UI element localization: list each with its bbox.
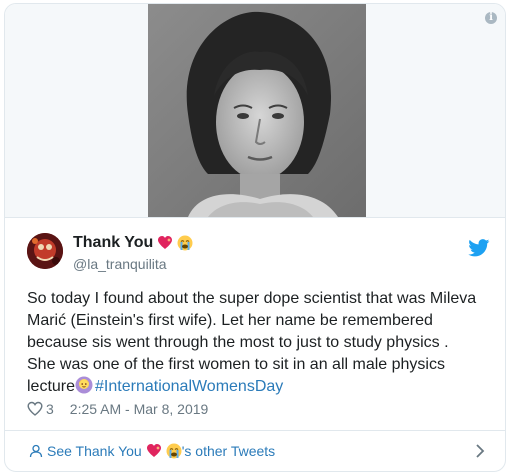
display-name[interactable]: Thank You: [73, 234, 153, 252]
chevron-right-icon[interactable]: [475, 443, 485, 459]
tweet-text: So today I found about the super dope sc…: [27, 288, 487, 398]
tweet-text-lecture: lecture: [27, 378, 76, 395]
tweet-text-line: So today I found about the super dope sc…: [27, 290, 477, 307]
see-tweets-prefix[interactable]: See Thank You: [47, 443, 142, 459]
portrait-photo[interactable]: [148, 4, 366, 217]
author-name-row[interactable]: Thank You: [73, 234, 193, 252]
tweet-text-line: because sis went through the most to jus…: [27, 334, 449, 351]
info-icon[interactable]: i: [485, 12, 497, 24]
crying-face-icon: [166, 443, 182, 459]
tweet-footer[interactable]: See Thank You 's other Tweets: [5, 431, 505, 471]
tweet-timestamp[interactable]: 2:25 AM - Mar 8, 2019: [70, 401, 209, 417]
avatar-image: [27, 233, 63, 269]
tweet-text-last-line: lecture #InternationalWomensDay: [27, 376, 487, 398]
sparkling-heart-icon: [158, 236, 173, 249]
tweet-text-line: She was one of the first women to sit in…: [27, 356, 445, 373]
like-count[interactable]: 3: [46, 401, 54, 417]
crying-face-icon: [177, 235, 193, 251]
tweet-media[interactable]: i: [5, 4, 505, 217]
woman-raising-hand-icon: [75, 376, 93, 394]
hashtag-link[interactable]: #InternationalWomensDay: [95, 378, 283, 395]
user-handle[interactable]: @la_tranquilita: [73, 256, 167, 272]
twitter-bird-icon[interactable]: [468, 239, 490, 257]
sparkling-heart-icon: [146, 444, 161, 457]
see-tweets-suffix[interactable]: 's other Tweets: [182, 443, 275, 459]
embedded-tweet-card: i Thank You @la_tranquilita So today I f…: [4, 3, 506, 472]
tweet-text-line: Marić (Einstein's first wife). Let her n…: [27, 312, 433, 329]
user-icon: [29, 444, 43, 458]
heart-outline-icon[interactable]: [27, 401, 43, 417]
media-divider: [5, 217, 505, 218]
portrait-illustration: [148, 4, 366, 217]
tweet-meta: 3 2:25 AM - Mar 8, 2019: [27, 401, 208, 417]
avatar[interactable]: [27, 233, 63, 269]
see-other-tweets-link[interactable]: See Thank You 's other Tweets: [29, 443, 275, 459]
